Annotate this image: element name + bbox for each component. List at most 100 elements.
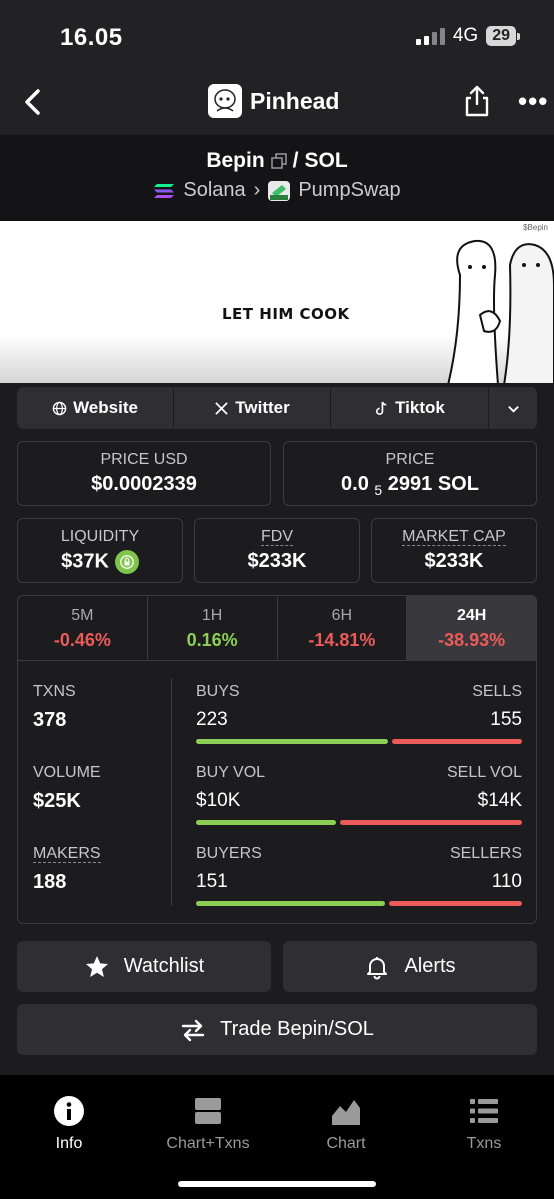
tab-24h[interactable]: 24H -38.93% [407, 596, 536, 660]
website-label: Website [73, 398, 138, 417]
tab-chart[interactable]: Chart [316, 1095, 376, 1153]
website-link[interactable]: Website [17, 387, 174, 429]
tiktok-icon [376, 401, 387, 415]
tab-6h-label: 6H [331, 607, 353, 624]
watchlist-label: Watchlist [123, 955, 205, 977]
bell-icon [367, 956, 388, 979]
price-native-zeros: 5 [374, 482, 383, 498]
copy-icon[interactable] [270, 153, 287, 169]
pair-title: Bepin / SOL [0, 149, 554, 173]
trade-label: Trade Bepin/SOL [220, 1018, 374, 1040]
back-arrow-icon[interactable] [18, 86, 48, 118]
more-options-icon[interactable]: ••• [518, 86, 548, 117]
buy-vol-value: $10K [196, 790, 241, 811]
price-native-suffix: 2991 SOL [387, 473, 479, 495]
liquidity-card: LIQUIDITY $37K [17, 518, 183, 583]
twitter-link[interactable]: Twitter [174, 387, 331, 429]
market-cap-label[interactable]: MARKET CAP [402, 528, 506, 546]
stats-panel: 5M -0.46% 1H 0.16% 6H -14.81% 24H -38.93% TX… [17, 595, 537, 924]
home-indicator [178, 1181, 376, 1187]
chevron-right-icon: › [253, 179, 261, 201]
base-token: Bepin [206, 149, 265, 172]
tab-1h[interactable]: 1H 0.16% [148, 596, 278, 660]
tab-info[interactable]: Info [38, 1095, 100, 1153]
liquidity-label: LIQUIDITY [60, 528, 140, 545]
volume-value: $25K [33, 790, 81, 812]
fdv-label-wrap: FDV [195, 528, 359, 546]
tiktok-link[interactable]: Tiktok [331, 387, 489, 429]
pair-separator: / [292, 149, 299, 172]
buys-sells-bar: BUYS SELLS 223 155 [196, 683, 522, 744]
pumpswap-icon [268, 180, 291, 201]
sells-label: SELLS [472, 683, 522, 700]
banner-tag: $Bepin [523, 223, 548, 232]
pair-breadcrumb: Solana › PumpSwap [0, 179, 554, 202]
buyers-ratio [196, 901, 522, 906]
chart-txns-icon [195, 1098, 221, 1124]
sell-vol-value: $14K [477, 790, 522, 811]
volume-bar: BUY VOL SELL VOL $10K $14K [196, 764, 522, 825]
status-indicators: 4G 29 [415, 25, 520, 47]
txns-metric: TXNS 378 [33, 683, 76, 732]
alerts-label: Alerts [404, 955, 456, 977]
makers-label[interactable]: MAKERS [33, 845, 101, 863]
liquidity-value: $37K [61, 550, 109, 573]
buys-sells-ratio [196, 739, 522, 744]
buyers-label: BUYERS [196, 845, 262, 862]
tab-chart-txns[interactable]: Chart+Txns [158, 1095, 258, 1153]
tab-5m-label: 5M [71, 607, 94, 624]
links-expand-button[interactable] [489, 387, 537, 429]
buyers-value: 151 [196, 871, 228, 892]
alerts-button[interactable]: Alerts [283, 941, 537, 992]
watchlist-button[interactable]: Watchlist [17, 941, 271, 992]
tab-txns-label: Txns [466, 1135, 502, 1152]
sellers-label: SELLERS [449, 845, 522, 862]
timeframe-tabs: 5M -0.46% 1H 0.16% 6H -14.81% 24H -38.93% [18, 596, 536, 661]
buys-bar-fill [196, 739, 389, 744]
token-banner: $Bepin LET HIM COOK [0, 221, 554, 383]
fdv-label[interactable]: FDV [261, 528, 293, 546]
fdv-value: $233K [247, 550, 307, 572]
status-time: 16.05 [60, 24, 123, 51]
buy-vol-bar-fill [196, 820, 337, 825]
tab-5m[interactable]: 5M -0.46% [18, 596, 148, 660]
network-label: 4G [452, 25, 479, 46]
price-native-label: PRICE [385, 451, 435, 468]
tab-1h-change: 0.16% [186, 630, 238, 650]
trade-button[interactable]: Trade Bepin/SOL [17, 1004, 537, 1055]
sells-bar-fill [392, 739, 522, 744]
dex-link[interactable]: PumpSwap [298, 179, 400, 202]
signal-icon [415, 27, 445, 45]
fdv-card: FDV $233K [194, 518, 360, 583]
nav-brand: Pinhead [208, 84, 339, 118]
pair-header: Bepin / SOL Solana › PumpSwap [0, 135, 554, 221]
chain-link[interactable]: Solana [183, 179, 245, 202]
globe-icon [52, 401, 67, 415]
x-icon [215, 401, 228, 415]
tab-24h-change: -38.93% [438, 630, 506, 650]
list-icon [470, 1099, 498, 1123]
makers-value: 188 [33, 871, 67, 893]
area-chart-icon [332, 1100, 360, 1125]
sellers-bar-fill [389, 901, 522, 906]
nav-title: Pinhead [250, 87, 340, 114]
liquidity-value-row: $37K [18, 550, 182, 574]
banner-text: LET HIM COOK [222, 305, 350, 323]
price-usd-value: $0.0002339 [91, 473, 197, 495]
share-icon[interactable] [462, 84, 492, 118]
tiktok-label: Tiktok [395, 398, 445, 417]
sell-vol-bar-fill [340, 820, 522, 825]
banner-illustration [447, 239, 554, 383]
social-links: Website Twitter Tiktok [17, 387, 537, 429]
tab-6h[interactable]: 6H -14.81% [278, 596, 408, 660]
stats-divider [171, 678, 172, 906]
tab-info-label: Info [55, 1135, 83, 1152]
lock-icon[interactable] [114, 550, 139, 574]
tab-6h-change: -14.81% [308, 630, 376, 650]
buy-vol-label: BUY VOL [196, 764, 266, 781]
tab-chart-txns-label: Chart+Txns [166, 1135, 250, 1152]
chevron-down-icon [507, 405, 519, 413]
sellers-value: 110 [491, 871, 522, 892]
tab-txns[interactable]: Txns [456, 1095, 512, 1153]
price-usd-card: PRICE USD $0.0002339 [17, 441, 271, 506]
